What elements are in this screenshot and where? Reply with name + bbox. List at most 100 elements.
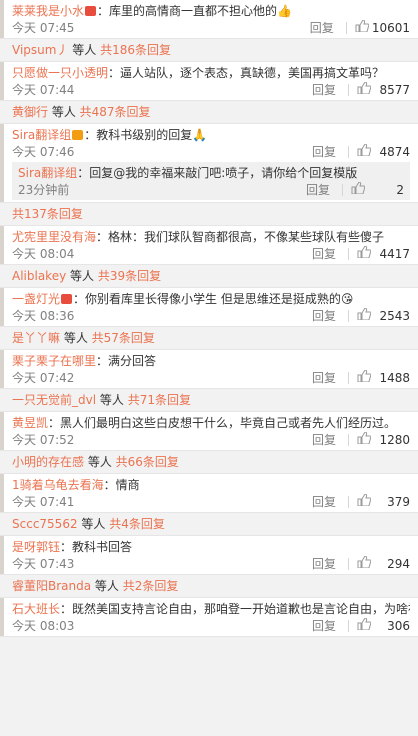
reply-summary[interactable]: Sccc75562 等人 共4条回复 — [0, 513, 418, 536]
reply-summary-user[interactable]: 黄御行 — [12, 105, 48, 119]
reply-button[interactable]: 回复 — [312, 618, 336, 634]
thumbs-up-icon[interactable] — [351, 182, 368, 198]
reply-summary-and: 等人 — [66, 269, 98, 283]
comment: 只愿做一只小透明：逼人站队，逐个表态，真缺德，美国再搞文革吗？ 今天 07:44 回… — [0, 62, 418, 101]
comment-username[interactable]: 1骑着乌龟去看海 — [12, 478, 104, 492]
comment-time: 今天 07:41 — [12, 495, 75, 509]
user-flag-icon — [72, 130, 84, 140]
comment-time: 今天 07:44 — [12, 83, 75, 97]
like-count: 2 — [396, 183, 404, 197]
comment-text: ：黑人们最明白这些白皮想干什么，毕竟自己或者先人们经历过。 — [48, 416, 397, 430]
comment-username[interactable]: 栗子栗子在哪里 — [12, 354, 96, 368]
comment: Sira翻译组 ：教科书级别的回复🙏 今天 07:46 回复 4874 Sira翻译组：回… — [0, 124, 418, 203]
thumbs-up-icon[interactable] — [357, 82, 374, 98]
reply-summary[interactable]: 睿董阳Branda 等人 共2条回复 — [0, 575, 418, 598]
reply-button[interactable]: 回复 — [312, 308, 336, 324]
divider — [348, 496, 349, 508]
comment-text: ：教科书级别的回复🙏 — [84, 128, 208, 142]
avatar — [0, 124, 4, 202]
like-count: 4874 — [379, 145, 410, 159]
comment-text: ：你别看库里长得像小学生 但是思维还是挺成熟的😘 — [73, 292, 354, 306]
reply-summary-count[interactable]: 共66条回复 — [116, 455, 179, 469]
reply-summary-user[interactable]: 一只无觉前_dvl — [12, 393, 96, 407]
comment: 是呀郭钰：教科书回答 今天 07:43 回复 294 — [0, 536, 418, 575]
comment-time: 今天 07:45 — [12, 21, 75, 35]
reply-summary[interactable]: 小明的存在感 等人 共66条回复 — [0, 451, 418, 474]
reply-summary-and: 等人 — [84, 455, 116, 469]
comment-username[interactable]: 黄昱凯 — [12, 416, 48, 430]
comment-username[interactable]: 一盏灯光 — [12, 292, 60, 306]
reply-button[interactable]: 回复 — [312, 494, 336, 510]
reply-summary[interactable]: 一只无觉前_dvl 等人 共71条回复 — [0, 389, 418, 412]
reply-summary[interactable]: Vipsum丿 等人 共186条回复 — [0, 39, 418, 62]
thumbs-up-icon[interactable] — [357, 246, 374, 262]
reply-button[interactable]: 回复 — [312, 82, 336, 98]
reply-summary-count[interactable]: 共4条回复 — [109, 517, 165, 531]
thumbs-up-icon[interactable] — [357, 370, 374, 386]
reply-button[interactable]: 回复 — [312, 370, 336, 386]
thumbs-up-icon[interactable] — [357, 494, 374, 510]
divider — [342, 184, 343, 196]
thumbs-up-icon[interactable] — [357, 432, 374, 448]
comment-body: 栗子栗子在哪里：满分回答 — [12, 352, 410, 370]
reply-summary-user[interactable]: Vipsum丿 — [12, 43, 68, 57]
comment-username[interactable]: 石大班长 — [12, 602, 60, 616]
divider — [348, 84, 349, 96]
reply-summary-count[interactable]: 共137条回复 — [12, 207, 83, 221]
reply-summary-and: 等人 — [77, 517, 110, 531]
comment: 莱莱我是小水 ：库里的高情商一直都不担心他的👍 今天 07:45 回复 10601 — [0, 0, 418, 39]
reply-summary[interactable]: 是丫丫嘛 等人 共57条回复 — [0, 327, 418, 350]
reply-summary-count[interactable]: 共2条回复 — [123, 579, 179, 593]
reply-summary-count[interactable]: 共39条回复 — [98, 269, 161, 283]
like-count: 379 — [387, 495, 410, 509]
comment-username[interactable]: Sira翻译组 — [12, 128, 71, 142]
reply-summary-user[interactable]: 睿董阳Branda — [12, 579, 91, 593]
reply-button[interactable]: 回复 — [312, 246, 336, 262]
reply-summary-user[interactable]: Sccc75562 — [12, 517, 78, 531]
reply-summary-and: 等人 — [48, 105, 80, 119]
nested-reply-username[interactable]: Sira翻译组 — [18, 166, 77, 180]
comment: 尤宪里里没有海：格林：我们球队智商都很高，不像某些球队有些傻子 今天 08:04 回… — [0, 226, 418, 265]
comment-meta: 今天 08:36 回复 2543 — [12, 308, 410, 324]
divider — [345, 22, 347, 34]
divider — [348, 434, 349, 446]
like-count: 8577 — [379, 83, 410, 97]
reply-summary-count[interactable]: 共487条回复 — [80, 105, 151, 119]
thumbs-up-icon[interactable] — [357, 144, 374, 160]
reply-button[interactable]: 回复 — [312, 432, 336, 448]
divider — [348, 248, 349, 260]
reply-summary[interactable]: 黄御行 等人 共487条回复 — [0, 101, 418, 124]
thumbs-up-icon[interactable] — [357, 556, 374, 572]
comment-meta: 今天 07:45 回复 10601 — [12, 20, 410, 36]
divider — [348, 310, 349, 322]
like-count: 306 — [387, 619, 410, 633]
reply-button[interactable]: 回复 — [312, 144, 336, 160]
comment-meta: 今天 07:52 回复 1280 — [12, 432, 410, 448]
comment-body: Sira翻译组 ：教科书级别的回复🙏 — [12, 126, 410, 144]
reply-summary-count[interactable]: 共57条回复 — [92, 331, 155, 345]
comment-username[interactable]: 是呀郭钰 — [12, 540, 60, 554]
like-count: 1488 — [379, 371, 410, 385]
comment-username[interactable]: 只愿做一只小透明 — [12, 66, 108, 80]
thumbs-up-icon[interactable] — [357, 308, 374, 324]
reply-summary-user[interactable]: 是丫丫嘛 — [12, 331, 60, 345]
reply-summary-user[interactable]: Aliblakey — [12, 269, 66, 283]
user-flag-icon — [61, 294, 73, 304]
comment-time: 今天 07:43 — [12, 557, 75, 571]
reply-summary-user[interactable]: 小明的存在感 — [12, 455, 84, 469]
reply-button[interactable]: 回复 — [306, 182, 330, 198]
reply-button[interactable]: 回复 — [312, 556, 336, 572]
comment-body: 石大班长：既然美国支持言论自由，那咱登一开始道歉也是言论自由，为啥被喷？自相矛盾… — [12, 600, 410, 618]
comment-username[interactable]: 尤宪里里没有海 — [12, 230, 96, 244]
reply-button[interactable]: 回复 — [310, 20, 334, 36]
thumbs-up-icon[interactable] — [355, 20, 372, 36]
reply-summary-and: 等人 — [60, 331, 92, 345]
reply-summary-count[interactable]: 共186条回复 — [100, 43, 171, 57]
reply-summary[interactable]: Aliblakey 等人 共39条回复 — [0, 265, 418, 288]
comment-username[interactable]: 莱莱我是小水 — [12, 4, 84, 18]
reply-summary-count[interactable]: 共71条回复 — [128, 393, 191, 407]
thumbs-up-icon[interactable] — [357, 618, 374, 634]
comment-time: 今天 08:36 — [12, 309, 75, 323]
reply-summary[interactable]: 共137条回复 — [0, 203, 418, 226]
comment-text: ：情商 — [103, 478, 140, 492]
